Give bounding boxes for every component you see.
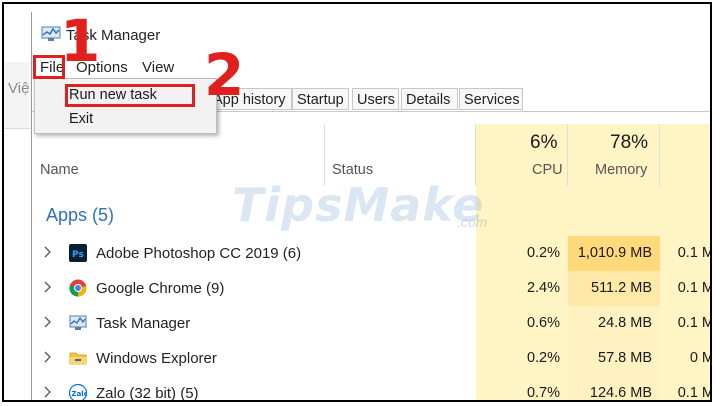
process-disk: 0.1 M [660, 306, 710, 341]
process-memory: 124.6 MB [568, 376, 660, 400]
column-separator [659, 124, 660, 186]
memory-total-percent: 78% [610, 132, 649, 153]
task-manager-icon [69, 315, 87, 330]
svg-text:Ps: Ps [72, 250, 84, 260]
menu-item-exit[interactable]: Exit [69, 111, 93, 127]
process-memory: 511.2 MB [568, 271, 660, 306]
process-row-photoshop[interactable]: Ps Adobe Photoshop CC 2019 (6) 0.2% 1,01… [32, 236, 710, 271]
task-manager-icon [41, 26, 61, 41]
apps-group-title: Apps (5) [46, 205, 115, 225]
folder-icon [69, 352, 87, 365]
menu-bar: File Options View [32, 56, 710, 78]
process-cpu: 0.2% [476, 341, 568, 376]
process-cpu: 0.6% [476, 306, 568, 341]
process-row-chrome[interactable]: Google Chrome (9) 2.4% 511.2 MB 0.1 M [32, 271, 710, 306]
process-name: Adobe Photoshop CC 2019 (6) [96, 245, 302, 262]
step-number-2: 2 [204, 41, 245, 109]
process-disk: 0 M [660, 341, 710, 376]
process-cpu: 0.2% [476, 236, 568, 271]
chevron-right-icon[interactable] [44, 316, 51, 328]
column-header-name[interactable]: Name [40, 162, 79, 178]
process-disk: 0.1 M [660, 271, 710, 306]
tab-details[interactable]: Details [401, 88, 458, 110]
svg-text:Zalo: Zalo [72, 390, 88, 398]
column-separator [324, 124, 325, 186]
column-separator [475, 124, 476, 186]
chevron-right-icon[interactable] [44, 281, 51, 293]
process-cpu: 2.4% [476, 271, 568, 306]
process-memory: 24.8 MB [568, 306, 660, 341]
tab-startup[interactable]: Startup [292, 88, 349, 110]
zalo-icon: Zalo [69, 384, 88, 400]
tab-services[interactable]: Services [459, 88, 523, 110]
chevron-right-icon[interactable] [44, 351, 51, 363]
column-header-status[interactable]: Status [332, 162, 373, 178]
screenshot-frame: Việ Task Manager File Options View App h… [2, 2, 712, 402]
process-name: Zalo (32 bit) (5) [96, 385, 199, 402]
title-bar: Task Manager [32, 12, 710, 52]
photoshop-icon: Ps [69, 244, 87, 262]
process-row-task-manager[interactable]: Task Manager 0.6% 24.8 MB 0.1 M [32, 306, 710, 341]
process-name: Windows Explorer [96, 350, 217, 367]
process-disk: 0.1 M [660, 236, 710, 271]
chevron-right-icon[interactable] [44, 246, 51, 258]
highlight-box-run-new-task [65, 84, 195, 107]
column-separator [567, 124, 568, 186]
column-header-memory[interactable]: Memory [595, 162, 647, 178]
process-row-windows-explorer[interactable]: Windows Explorer 0.2% 57.8 MB 0 M [32, 341, 710, 376]
process-disk: 0.1 M [660, 376, 710, 400]
column-header-cpu[interactable]: CPU [532, 162, 563, 178]
process-cpu: 0.7% [476, 376, 568, 400]
background-window-text: Việ [8, 80, 30, 97]
cpu-total-percent: 6% [530, 132, 558, 153]
menu-view[interactable]: View [142, 59, 174, 76]
chrome-icon [69, 279, 87, 297]
process-name: Task Manager [96, 315, 191, 332]
process-row-zalo[interactable]: Zalo Zalo (32 bit) (5) 0.7% 124.6 MB 0.1… [32, 376, 710, 402]
process-name: Google Chrome (9) [96, 280, 225, 297]
watermark: TipsMake [232, 178, 485, 232]
tab-users[interactable]: Users [352, 88, 399, 110]
step-number-1: 1 [60, 7, 101, 75]
process-memory: 57.8 MB [568, 341, 660, 376]
chevron-right-icon[interactable] [44, 386, 51, 398]
process-memory: 1,010.9 MB [568, 236, 660, 271]
watermark-suffix: .com [457, 214, 488, 230]
